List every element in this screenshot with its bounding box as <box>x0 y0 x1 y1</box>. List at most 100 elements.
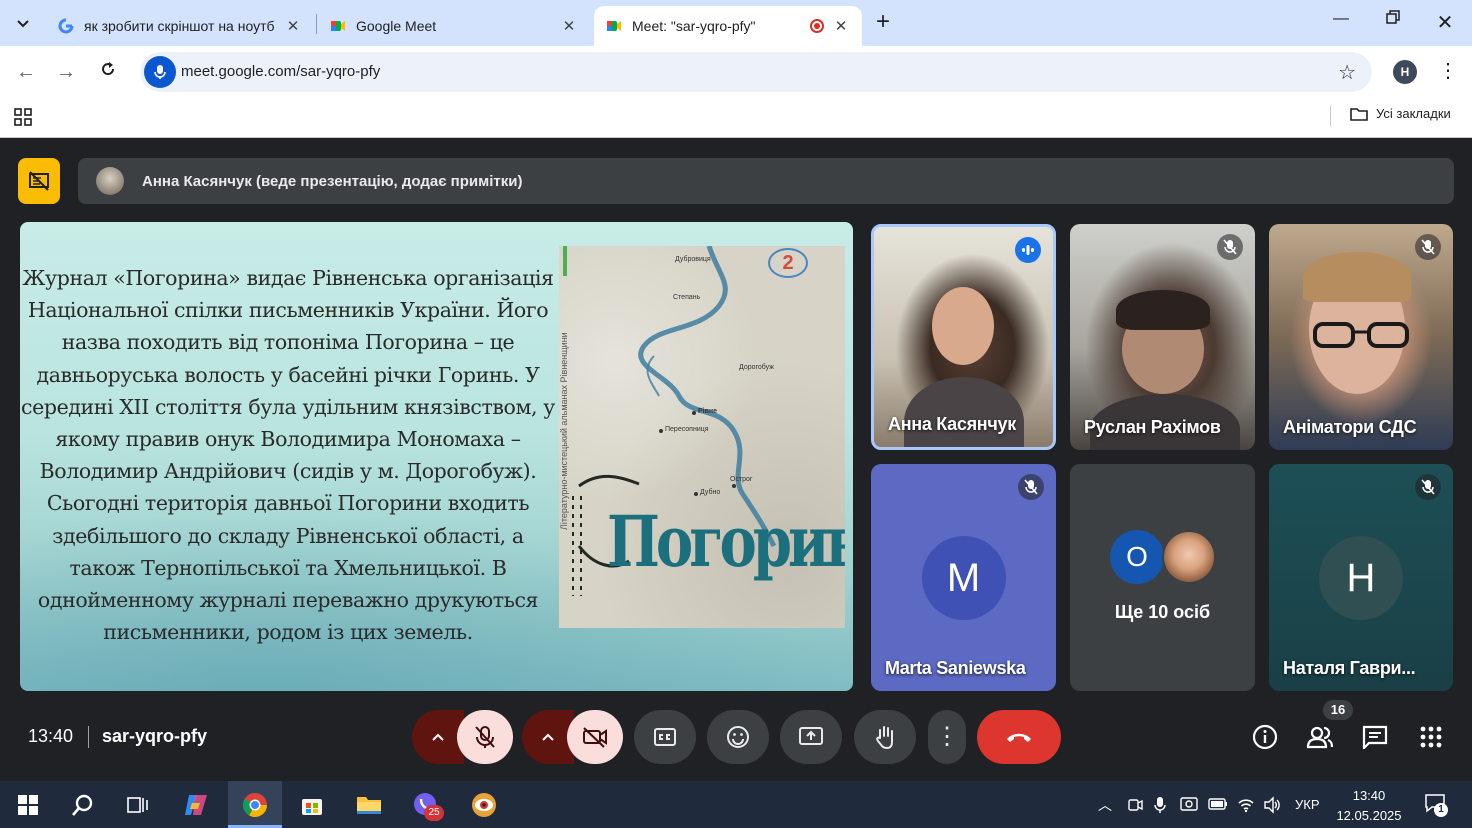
more-options-button[interactable]: ⋮ <box>928 710 966 764</box>
notification-center-button[interactable]: 1 <box>1424 793 1448 817</box>
participant-tile[interactable]: M Marta Saniewska <box>871 464 1056 691</box>
reload-button[interactable] <box>94 58 122 86</box>
meet-icon <box>331 21 345 31</box>
apps-grid-icon <box>1420 726 1442 748</box>
chat-icon <box>1362 725 1388 749</box>
store-icon <box>302 799 322 815</box>
windows-taskbar: 25 ︿ УКР 13:40 12.05.2025 1 <box>0 781 1472 828</box>
reload-icon <box>102 62 115 76</box>
controls-divider <box>88 726 89 748</box>
tab-title: Meet: "sar-yqro-pfy" <box>632 18 756 34</box>
reactions-button[interactable] <box>707 710 769 764</box>
captions-button[interactable] <box>634 710 696 764</box>
viber-taskbar-button[interactable]: 25 <box>410 789 444 821</box>
participant-tile[interactable]: Аніматори СДС <box>1269 224 1453 450</box>
participant-avatar: M <box>921 536 1006 620</box>
notification-count: 1 <box>1434 803 1448 817</box>
forward-button[interactable]: → <box>52 58 80 86</box>
system-clock[interactable]: 13:40 12.05.2025 <box>1334 786 1404 826</box>
bookmarks-bar: Усі закладки <box>0 98 1472 138</box>
microphone-tray-icon[interactable] <box>1154 796 1166 814</box>
mic-off-icon <box>475 726 495 748</box>
minimize-button[interactable]: — <box>1326 10 1356 36</box>
participant-photo <box>1162 530 1216 584</box>
apps-grid-icon[interactable] <box>14 108 32 126</box>
present-screen-button[interactable] <box>780 710 842 764</box>
presentation-off-icon <box>29 171 49 191</box>
presenter-banner-text: Анна Касянчук (веде презентацію, додає п… <box>142 172 523 190</box>
map-city: Рівне <box>698 408 718 415</box>
wifi-icon[interactable] <box>1237 795 1255 813</box>
activities-button[interactable] <box>1416 722 1446 752</box>
stop-presenting-button[interactable] <box>18 158 60 204</box>
leave-call-button[interactable] <box>977 710 1061 764</box>
magazine-title: Погорина <box>607 501 845 584</box>
present-screen-icon <box>799 727 823 745</box>
task-view-button[interactable] <box>122 789 154 821</box>
chevron-up-icon <box>542 733 554 741</box>
tab-google-meet[interactable]: Google Meet ✕ <box>318 6 590 46</box>
browser-menu-icon[interactable]: ⋮ <box>1438 58 1458 83</box>
task-view-icon <box>127 797 148 813</box>
store-taskbar-button[interactable] <box>296 789 328 821</box>
glasses-illustration <box>1313 322 1409 348</box>
close-window-button[interactable]: ✕ <box>1430 10 1460 36</box>
show-hidden-icons[interactable]: ︿ <box>1098 795 1112 815</box>
screen-capture-tray-icon[interactable] <box>1180 796 1198 814</box>
participant-name: Marta Saniewska <box>885 658 1026 678</box>
chat-button[interactable] <box>1360 722 1390 752</box>
people-count-badge: 16 <box>1323 700 1353 720</box>
chrome-icon <box>242 793 267 818</box>
participant-tile[interactable]: Анна Касянчук <box>871 224 1056 450</box>
shared-slide[interactable]: Журнал «Погорина» видає Рівненська орган… <box>20 222 853 691</box>
participant-name: Руслан Рахімов <box>1084 417 1221 437</box>
people-icon <box>1306 726 1334 749</box>
participant-name: Аніматори СДС <box>1283 417 1417 437</box>
back-button[interactable]: ← <box>12 58 40 86</box>
meet-tray-icon[interactable] <box>1127 797 1143 813</box>
address-bar[interactable]: meet.google.com/sar-yqro-pfy ☆ <box>140 52 1372 92</box>
taskbar-search-button[interactable] <box>67 789 99 821</box>
more-participants-tile[interactable]: О Ще 10 осіб <box>1070 464 1255 691</box>
new-tab-button[interactable]: + <box>870 10 896 36</box>
people-button[interactable] <box>1305 722 1335 752</box>
all-bookmarks-button[interactable]: Усі закладки <box>1350 106 1451 121</box>
profile-avatar[interactable]: H <box>1393 60 1417 84</box>
participant-avatar: Н <box>1319 536 1403 620</box>
tab-google-search[interactable]: як зробити скріншот на ноутб ✕ <box>46 6 314 46</box>
chrome-taskbar-button[interactable] <box>239 789 271 821</box>
input-language[interactable]: УКР <box>1295 797 1320 812</box>
participant-avatar: О <box>1110 530 1164 584</box>
close-icon[interactable]: ✕ <box>832 17 850 35</box>
hand-icon <box>876 726 893 749</box>
restore-button[interactable] <box>1378 10 1408 36</box>
windows-start-button[interactable] <box>12 789 44 821</box>
battery-icon[interactable] <box>1208 797 1228 811</box>
more-avatars: О <box>1110 530 1216 584</box>
camera-toggle-button[interactable] <box>567 710 623 764</box>
raise-hand-button[interactable] <box>854 710 916 764</box>
tab-search-button[interactable] <box>8 8 38 38</box>
microphone-toggle-button[interactable] <box>457 710 513 764</box>
mic-icon[interactable] <box>144 56 176 88</box>
meeting-code: sar-yqro-pfy <box>102 726 208 746</box>
tab-strip: як зробити скріншот на ноутб ✕ Google Me… <box>0 0 1472 46</box>
media-app-taskbar-button[interactable] <box>468 789 500 821</box>
mic-off-icon <box>1217 234 1243 260</box>
volume-icon[interactable] <box>1263 796 1281 814</box>
tab-meet-active[interactable]: Meet: "sar-yqro-pfy" ✕ <box>594 6 862 46</box>
close-icon[interactable]: ✕ <box>284 17 302 35</box>
file-explorer-taskbar-button[interactable] <box>353 789 385 821</box>
more-vert-icon: ⋮ <box>935 723 959 750</box>
google-g-icon <box>58 18 74 34</box>
close-icon[interactable]: ✕ <box>560 17 578 35</box>
bookmark-star-icon[interactable]: ☆ <box>1338 60 1356 85</box>
copilot-taskbar-button[interactable] <box>180 789 212 821</box>
participant-tile[interactable]: Н Наталя Гаври... <box>1269 464 1453 691</box>
meeting-details-button[interactable] <box>1250 722 1280 752</box>
participant-tile[interactable]: Руслан Рахімов <box>1070 224 1255 450</box>
windows-logo-icon <box>18 795 38 815</box>
system-date: 12.05.2025 <box>1336 808 1402 823</box>
tab-divider <box>316 14 317 34</box>
captions-icon <box>654 728 676 746</box>
